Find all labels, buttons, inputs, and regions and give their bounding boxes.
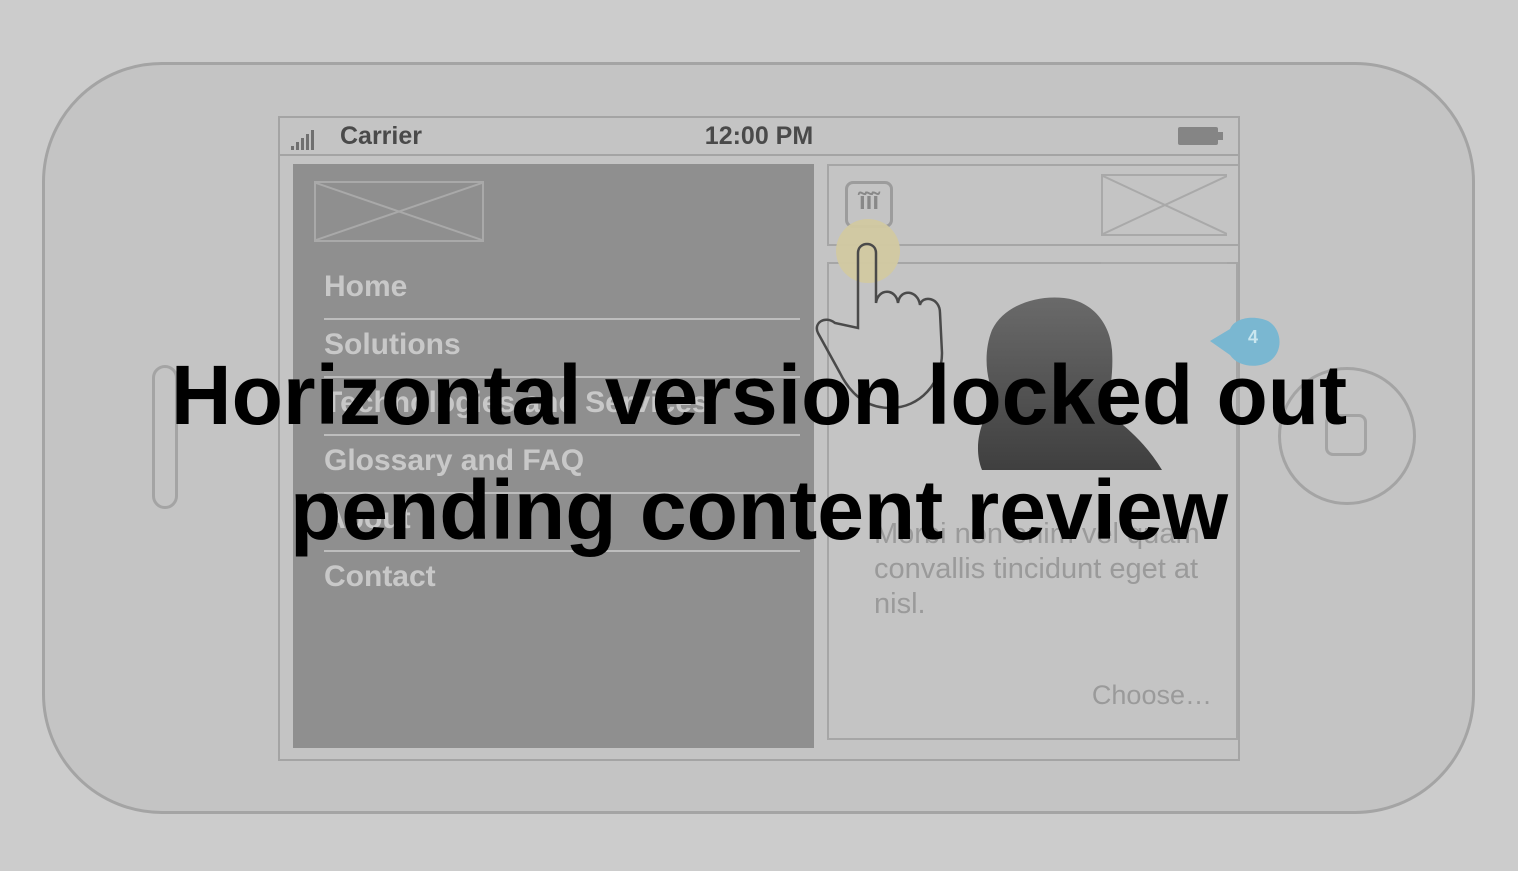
lockout-message: Horizontal version locked out pending co…: [0, 338, 1518, 568]
sliders-icon: ĩĩĩ: [858, 188, 879, 215]
battery-tip: [1218, 132, 1223, 140]
status-time: 12:00 PM: [704, 122, 814, 150]
header-divider: [1101, 262, 1227, 264]
carrier-label: Carrier: [340, 122, 422, 150]
lockout-line-2: pending content review: [289, 463, 1229, 557]
battery-icon: [1178, 127, 1218, 145]
menu-logo-placeholder: [314, 181, 484, 242]
choose-link[interactable]: Choose…: [1030, 680, 1212, 711]
header-logo-placeholder: [1101, 174, 1227, 236]
lockout-line-1: Horizontal version locked out: [170, 348, 1348, 442]
menu-item-home[interactable]: Home: [324, 270, 800, 320]
signal-bars-icon: [291, 128, 331, 150]
